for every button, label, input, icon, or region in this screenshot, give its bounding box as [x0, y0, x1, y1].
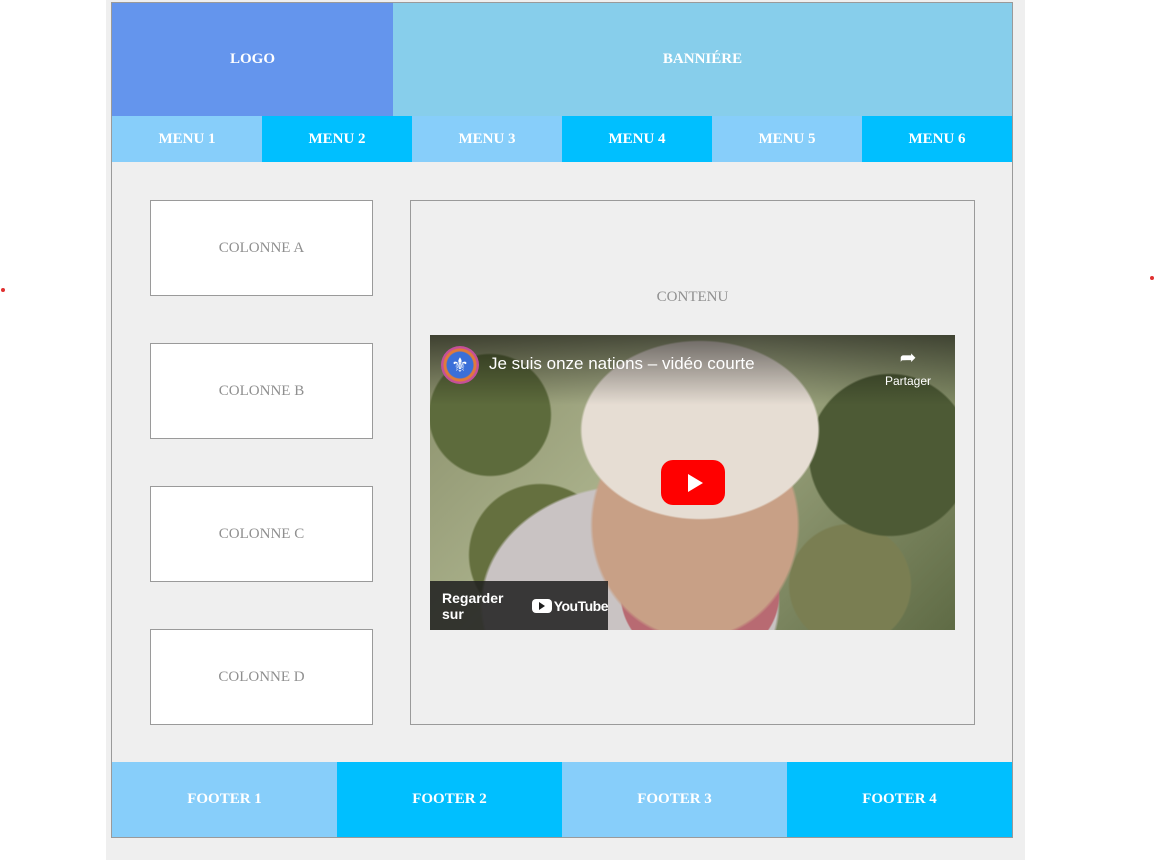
video-title[interactable]: Je suis onze nations – vidéo courte	[489, 354, 755, 374]
footer-item-1[interactable]: FOOTER 1	[112, 762, 337, 837]
footer: FOOTER 1 FOOTER 2 FOOTER 3 FOOTER 4	[112, 762, 1012, 837]
main-menu: MENU 1 MENU 2 MENU 3 MENU 4 MENU 5 MENU …	[112, 116, 1012, 162]
menu-item-3[interactable]: MENU 3	[412, 116, 562, 162]
footer-item-3[interactable]: FOOTER 3	[562, 762, 787, 837]
share-arrow-icon: ➦	[899, 347, 917, 369]
share-label: Partager	[884, 374, 932, 388]
menu-item-1[interactable]: MENU 1	[112, 116, 262, 162]
play-icon	[687, 473, 703, 492]
marker-dot-left	[1, 288, 5, 292]
youtube-wordmark: YouTube	[553, 597, 609, 614]
logo[interactable]: LOGO	[112, 3, 393, 116]
layout-frame: LOGO BANNIÉRE MENU 1 MENU 2 MENU 3 MENU …	[111, 2, 1013, 838]
menu-item-5[interactable]: MENU 5	[712, 116, 862, 162]
menu-item-4[interactable]: MENU 4	[562, 116, 712, 162]
content-panel: CONTENU ⚜ Je suis onze nations – vidéo c…	[410, 200, 975, 725]
banner: BANNIÉRE	[393, 3, 1012, 116]
share-button[interactable]: ➦ Partager	[878, 347, 938, 388]
menu-item-2[interactable]: MENU 2	[262, 116, 412, 162]
marker-dot-right	[1150, 276, 1154, 280]
footer-item-2[interactable]: FOOTER 2	[337, 762, 562, 837]
footer-item-4[interactable]: FOOTER 4	[787, 762, 1012, 837]
header: LOGO BANNIÉRE	[112, 3, 1012, 116]
watch-on-youtube-button[interactable]: Regarder sur YouTube	[430, 581, 609, 630]
column-d: COLONNE D	[150, 629, 373, 725]
menu-item-6[interactable]: MENU 6	[862, 116, 1012, 162]
column-c: COLONNE C	[150, 486, 373, 582]
youtube-video-embed[interactable]: ⚜ Je suis onze nations – vidéo courte ➦ …	[430, 335, 955, 630]
column-b: COLONNE B	[150, 343, 373, 439]
content-title: CONTENU	[656, 289, 729, 305]
youtube-logo: YouTube	[531, 597, 609, 614]
fleur-de-lis-icon[interactable]: ⚜	[441, 346, 479, 384]
youtube-play-icon	[531, 598, 552, 613]
watch-label: Regarder sur	[442, 589, 504, 622]
play-button[interactable]	[661, 460, 725, 505]
column-a: COLONNE A	[150, 200, 373, 296]
